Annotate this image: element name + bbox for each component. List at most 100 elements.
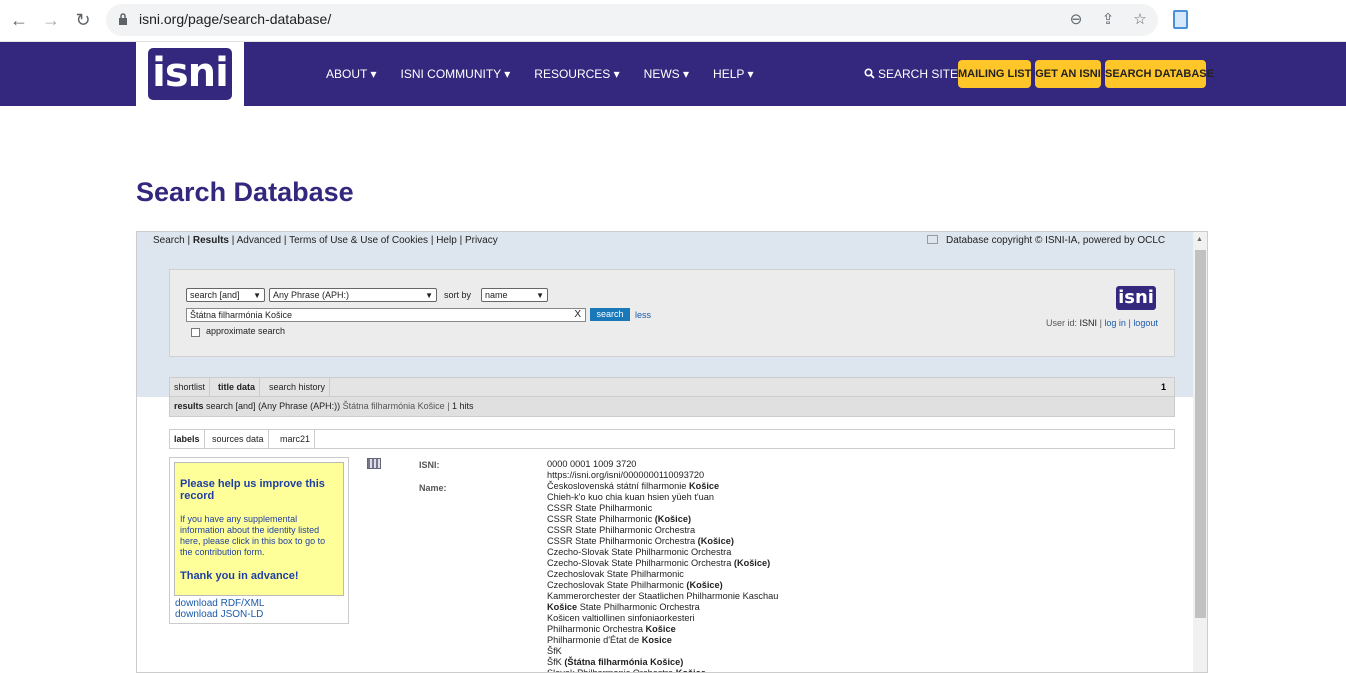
name-variant-highlight: Kosice [641,635,672,645]
contribution-prompt[interactable]: Please help us improve this record If yo… [174,462,344,596]
isni-logo[interactable]: isni [148,48,232,100]
tab-shortlist[interactable]: shortlist [170,378,211,396]
approximate-search-label: approximate search [206,326,286,336]
name-variant: Czechoslovak State Philharmonic (Košice) [547,580,778,591]
link-search[interactable]: Search [153,235,185,246]
share-icon[interactable]: ⇪ [1099,11,1117,29]
user-id-info: User id: ISNI | log in | logout [1046,318,1158,328]
link-privacy[interactable]: Privacy [465,235,498,246]
name-variant: Czecho-Slovak State Philharmonic Orchest… [547,547,778,558]
zoom-icon[interactable]: ⊖ [1067,11,1085,29]
logout-link[interactable]: logout [1133,318,1158,328]
nav-news[interactable]: NEWS ▾ [644,67,689,81]
reload-icon[interactable]: ↻ [71,8,95,32]
name-variant: CSSR State Philharmonic Orchestra [547,525,778,536]
name-variant: Philharmonic Orchestra Košice [547,624,778,635]
index-value: Any Phrase (APH:) [273,290,350,300]
name-variant: Slovak Philharmonic Orchestra Košice [547,668,778,673]
name-variant-highlight: Košice [688,481,720,491]
name-variant-text: Czecho-Slovak State Philharmonic Orchest… [547,558,734,568]
isni-uri[interactable]: https://isni.org/isni/0000000110093720 [547,470,778,481]
url-text: isni.org/page/search-database/ [139,11,332,27]
separator: | [1128,318,1131,328]
approximate-search-checkbox[interactable] [191,328,200,337]
link-results[interactable]: Results [193,235,229,246]
contribution-box: Please help us improve this record If yo… [169,457,349,624]
record-details: 0000 0001 1009 3720 https://isni.org/isn… [547,459,778,673]
name-variant-text: Czecho-Slovak State Philharmonic Orchest… [547,547,732,557]
isni-label: ISNI: [419,460,440,470]
search-site-link[interactable]: SEARCH SITE [864,67,958,81]
link-terms[interactable]: Terms of Use & Use of Cookies [289,235,428,246]
copyright: Database copyright © ISNI-IA, powered by… [927,235,1165,246]
login-link[interactable]: log in [1104,318,1126,328]
tab-marc21[interactable]: marc21 [276,430,316,448]
name-variant: Kammerorchester der Staatlichen Philharm… [547,591,778,602]
user-id-value: ISNI [1079,318,1098,328]
tab-search-history[interactable]: search history [265,378,331,396]
name-variant-highlight: (Košice) [686,580,723,590]
name-variant-text: ŠfK [547,657,565,667]
tab-title-data[interactable]: title data [214,378,261,396]
sort-select[interactable]: name ▼ [481,288,548,302]
index-select[interactable]: Any Phrase (APH:) ▼ [269,288,437,302]
contribution-thanks: Thank you in advance! [180,570,299,582]
operator-select[interactable]: search [and] ▼ [186,288,265,302]
name-variant-text: Philharmonie d'État de [547,635,642,645]
record-view-tabs: labels sources data marc21 [169,429,1175,449]
link-help[interactable]: Help [436,235,457,246]
nav-about[interactable]: ABOUT ▾ [326,67,376,81]
results-query: search [and] (Any Phrase (APH:)) [206,401,341,411]
tab-labels[interactable]: labels [170,430,205,448]
download-rdf-link[interactable]: download RDF/XML [175,598,264,609]
download-json-link[interactable]: download JSON-LD [175,609,263,620]
link-advanced[interactable]: Advanced [237,235,281,246]
star-icon[interactable]: ☆ [1131,11,1149,29]
name-variant-text: Košicen valtiollinen sinfoniaorkesteri [547,613,695,623]
name-variant-text: CSSR State Philharmonic Orchestra [547,536,698,546]
copyright-text: Database copyright © ISNI-IA, powered by… [946,235,1166,246]
address-bar[interactable]: isni.org/page/search-database/ ⊖ ⇪ ☆ [106,4,1158,36]
name-variant: CSSR State Philharmonic [547,503,778,514]
organization-icon [367,458,381,469]
frame-toggle-icon[interactable] [927,235,938,244]
frame-scrollbar[interactable]: ▲ [1193,232,1207,672]
chevron-down-icon: ▼ [253,291,261,300]
clear-icon[interactable]: X [574,309,581,321]
extension-icon[interactable] [1173,10,1188,29]
less-link[interactable]: less [635,310,651,320]
separator: | [283,235,287,246]
get-an-isni-button[interactable]: GET AN ISNI [1035,60,1101,88]
name-list: Československá státní filharmonie Košice… [547,481,778,673]
logo-container[interactable]: isni [136,42,244,106]
separator: | [187,235,191,246]
name-variant: Košice State Philharmonic Orchestra [547,602,778,613]
name-variant-highlight: (Košice) [697,536,734,546]
nav-resources[interactable]: RESOURCES ▾ [534,67,619,81]
isni-number: 0000 0001 1009 3720 [547,459,637,469]
name-variant: Czechoslovak State Philharmonic [547,569,778,580]
search-icon [864,68,875,79]
search-term-input[interactable]: Štátna filharmónia Košice X [186,308,586,322]
name-variant-highlight: Košice [675,668,706,673]
forward-icon[interactable]: → [39,8,63,32]
name-variant: Chieh-k'o kuo chia kuan hsien yüeh t'uan [547,492,778,503]
operator-value: search [and] [190,290,240,300]
nav-isni-community[interactable]: ISNI COMMUNITY ▾ [400,67,510,81]
tab-sources-data[interactable]: sources data [208,430,269,448]
results-term: Štátna filharmónia Košice [342,401,445,411]
search-button[interactable]: search [590,308,630,321]
nav-help[interactable]: HELP ▾ [713,67,754,81]
search-database-button[interactable]: SEARCH DATABASE [1105,60,1214,88]
search-term-value: Štátna filharmónia Košice [190,310,293,320]
search-panel: search [and] ▼ Any Phrase (APH:) ▼ sort by… [169,269,1175,357]
chevron-down-icon: ▼ [536,291,544,300]
results-summary: results search [and] (Any Phrase (APH:))… [169,397,1175,417]
back-icon[interactable]: ← [7,8,31,32]
mailing-list-button[interactable]: MAILING LIST [958,60,1031,88]
scroll-up-icon[interactable]: ▲ [1196,236,1203,243]
result-count: 1 [1160,382,1166,392]
name-variant-text: Kammerorchester der Staatlichen Philharm… [547,591,779,601]
scrollbar-thumb[interactable] [1195,250,1206,618]
top-links: Search | Results | Advanced | Terms of U… [153,235,498,246]
